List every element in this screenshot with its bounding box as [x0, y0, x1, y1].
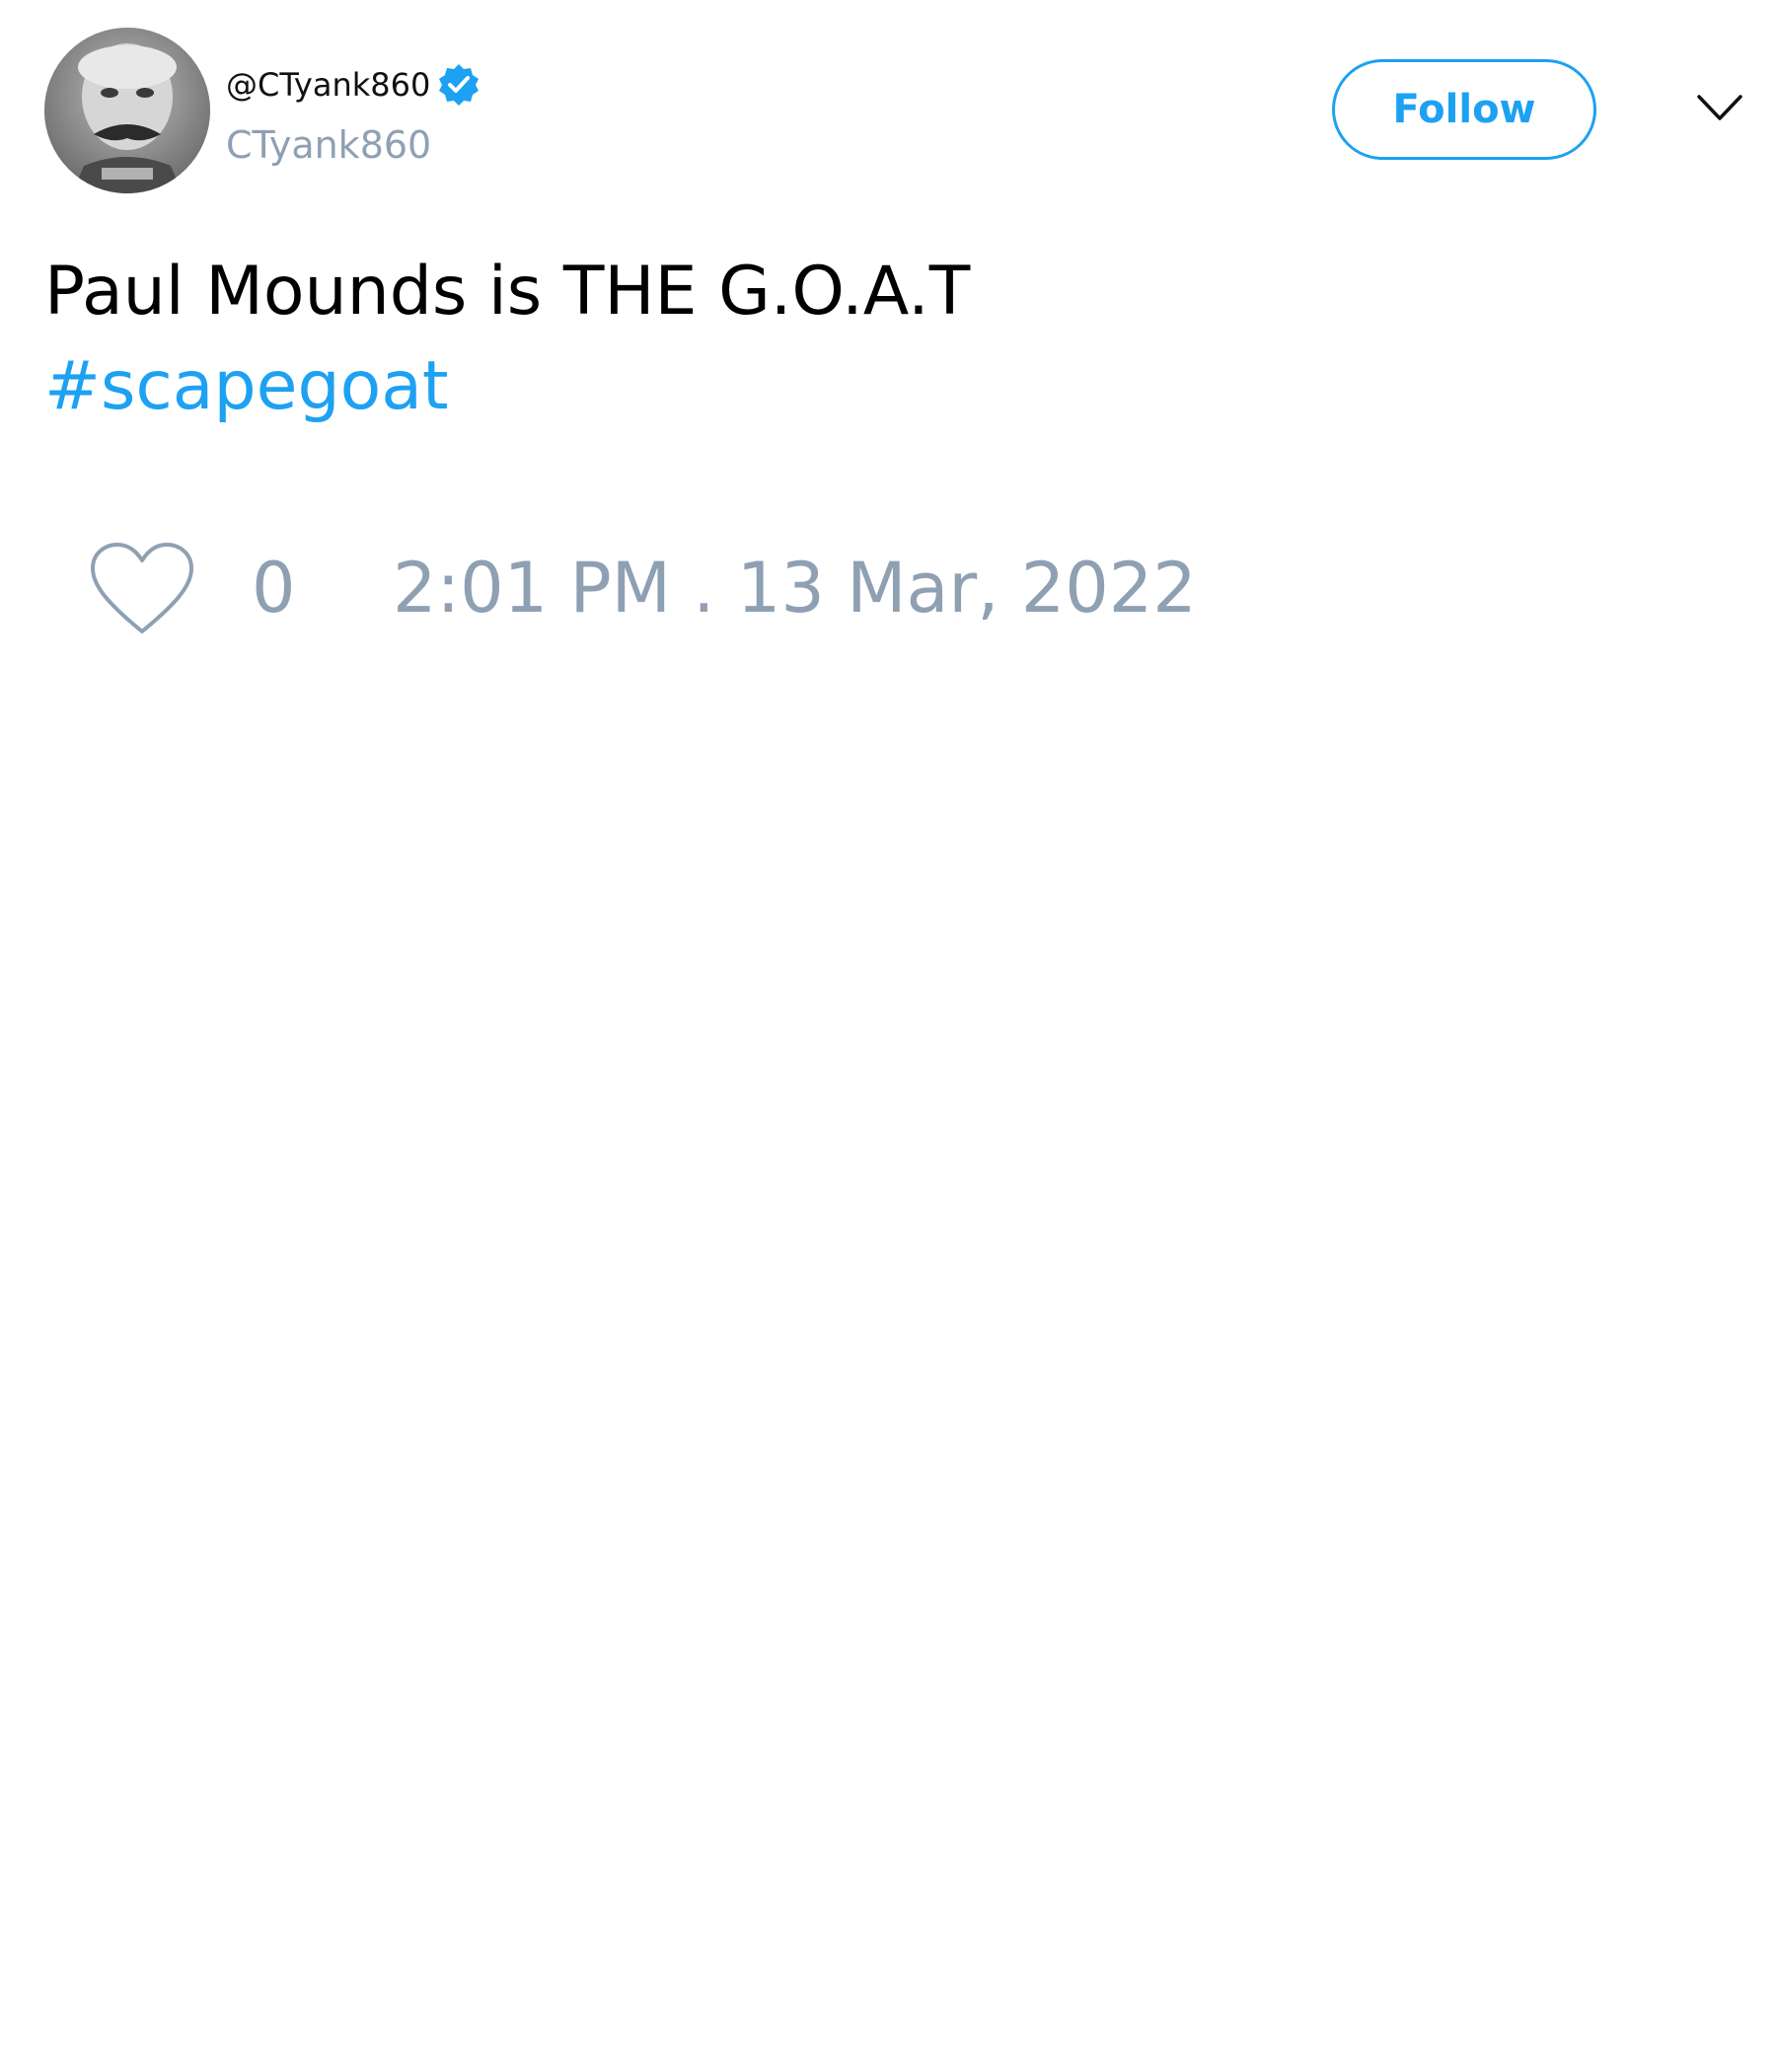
chevron-down-icon[interactable]	[1695, 91, 1744, 126]
avatar-photo	[44, 28, 210, 193]
like-count: 0	[252, 548, 296, 629]
tweet-timestamp[interactable]: 2:01 PM . 13 Mar, 2022	[393, 549, 1197, 628]
avatar[interactable]	[44, 28, 210, 193]
heart-icon[interactable]	[89, 541, 195, 637]
author-handle-row: @CTyank860	[226, 61, 481, 109]
verified-badge-icon	[436, 62, 481, 108]
author-display-name[interactable]: CTyank860	[226, 126, 431, 164]
hashtag-link[interactable]: #scapegoat	[44, 339, 449, 434]
follow-button[interactable]: Follow	[1332, 59, 1596, 160]
author-handle[interactable]: @CTyank860	[226, 69, 430, 101]
tweet-text: Paul Mounds is THE G.O.A.T	[44, 253, 971, 331]
